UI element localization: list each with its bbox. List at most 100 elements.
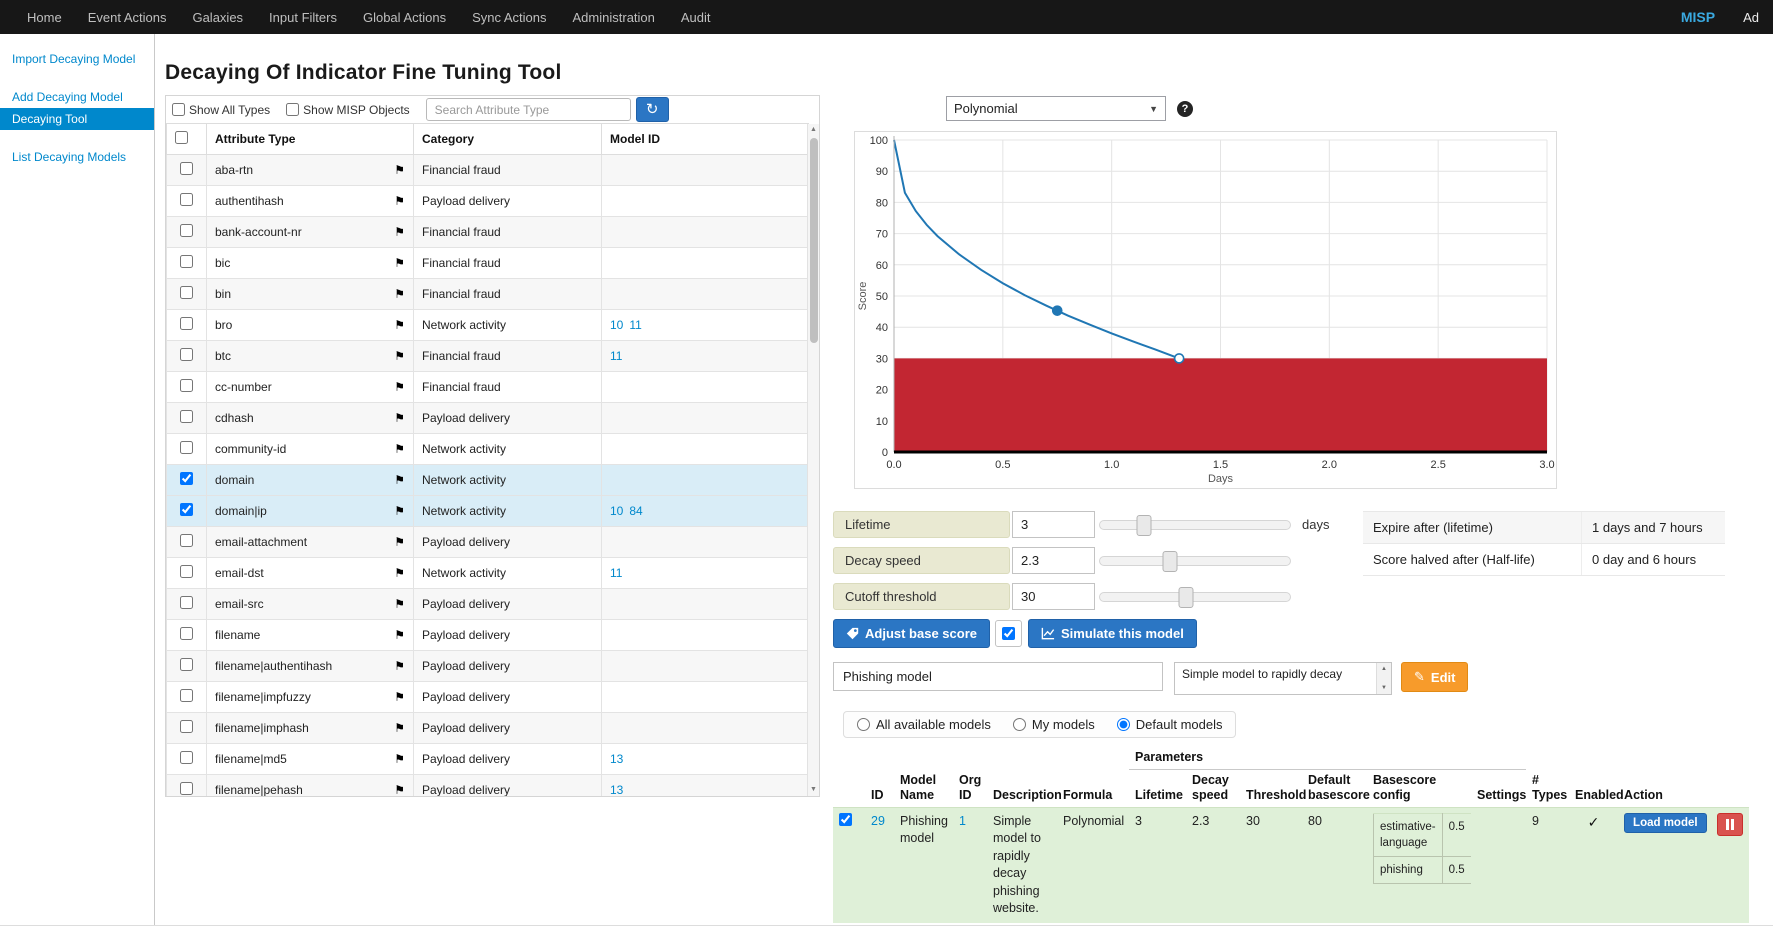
attribute-row[interactable]: email-src⚑ Payload delivery xyxy=(167,589,809,620)
attribute-row-checkbox[interactable] xyxy=(180,503,193,516)
slider-handle[interactable] xyxy=(1178,587,1193,608)
attribute-row-checkbox[interactable] xyxy=(180,441,193,454)
model-name-input[interactable] xyxy=(833,662,1163,691)
formula-select[interactable]: Polynomial ▼ xyxy=(946,96,1166,121)
scroll-up-icon[interactable]: ▲ xyxy=(1381,666,1387,672)
model-id-link[interactable]: 29 xyxy=(871,814,885,828)
attribute-row-checkbox[interactable] xyxy=(180,658,193,671)
attribute-row[interactable]: cc-number⚑ Financial fraud xyxy=(167,372,809,403)
search-attribute-input[interactable] xyxy=(426,98,631,121)
adjust-base-score-button[interactable]: Adjust base score xyxy=(833,619,990,648)
scrollbar-thumb[interactable] xyxy=(810,138,818,343)
attribute-row[interactable]: domain|ip⚑ Network activity 1084 xyxy=(167,496,809,527)
attribute-row-checkbox[interactable] xyxy=(180,689,193,702)
org-id-link[interactable]: 1 xyxy=(959,814,966,828)
attribute-row-checkbox[interactable] xyxy=(180,410,193,423)
navbar-item[interactable]: Galaxies xyxy=(179,10,256,25)
attribute-row[interactable]: authentihash⚑ Payload delivery xyxy=(167,186,809,217)
textarea-scrollbar[interactable]: ▲ ▼ xyxy=(1376,663,1391,694)
navbar-item[interactable]: Input Filters xyxy=(256,10,350,25)
attribute-table-scrollbar[interactable]: ▲ ▼ xyxy=(807,124,819,796)
select-all-checkbox[interactable] xyxy=(175,131,188,144)
navbar-item[interactable]: Home xyxy=(14,10,75,25)
misp-brand[interactable]: MISP xyxy=(1681,9,1715,25)
attribute-row-checkbox[interactable] xyxy=(180,565,193,578)
attribute-row-checkbox[interactable] xyxy=(180,317,193,330)
cutoff-threshold-slider[interactable] xyxy=(1099,592,1291,602)
navbar-item[interactable]: Sync Actions xyxy=(459,10,559,25)
attribute-row-checkbox[interactable] xyxy=(180,627,193,640)
filter-my-models[interactable]: My models xyxy=(1013,717,1095,732)
attribute-row[interactable]: btc⚑ Financial fraud 11 xyxy=(167,341,809,372)
attribute-row[interactable]: cdhash⚑ Payload delivery xyxy=(167,403,809,434)
show-misp-objects-checkbox[interactable] xyxy=(286,103,299,116)
attribute-row-checkbox[interactable] xyxy=(180,348,193,361)
attribute-row-checkbox[interactable] xyxy=(180,720,193,733)
model-description-textarea[interactable]: Simple model to rapidly decay xyxy=(1174,662,1392,695)
slider-handle[interactable] xyxy=(1136,515,1151,536)
filter-default-models[interactable]: Default models xyxy=(1117,717,1223,732)
edit-model-button[interactable]: ✎ Edit xyxy=(1401,662,1468,692)
load-model-button[interactable]: Load model xyxy=(1624,813,1707,833)
attribute-row-checkbox[interactable] xyxy=(180,224,193,237)
attribute-row[interactable]: email-dst⚑ Network activity 11 xyxy=(167,558,809,589)
scroll-up-icon[interactable]: ▲ xyxy=(810,124,817,136)
simulate-model-button[interactable]: Simulate this model xyxy=(1028,619,1197,648)
attribute-row[interactable]: bro⚑ Network activity 1011 xyxy=(167,310,809,341)
scroll-down-icon[interactable]: ▼ xyxy=(1381,685,1387,691)
decay-speed-slider[interactable] xyxy=(1099,556,1291,566)
sidebar-item[interactable]: List Decaying Models xyxy=(0,146,154,168)
adjust-base-score-checkbox[interactable] xyxy=(1002,627,1015,640)
attribute-row[interactable]: filename|md5⚑ Payload delivery 13 xyxy=(167,744,809,775)
attribute-row[interactable]: domain⚑ Network activity xyxy=(167,465,809,496)
model-id-link[interactable]: 13 xyxy=(610,783,623,797)
attribute-row[interactable]: email-attachment⚑ Payload delivery xyxy=(167,527,809,558)
attribute-row-checkbox[interactable] xyxy=(180,193,193,206)
model-id-link[interactable]: 84 xyxy=(629,504,642,518)
attribute-row[interactable]: aba-rtn⚑ Financial fraud xyxy=(167,155,809,186)
lifetime-slider[interactable] xyxy=(1099,520,1291,530)
navbar-item[interactable]: Event Actions xyxy=(75,10,180,25)
model-row[interactable]: 29 Phishing model 1 Simple model to rapi… xyxy=(833,807,1749,923)
attribute-row-checkbox[interactable] xyxy=(180,472,193,485)
attribute-row[interactable]: filename⚑ Payload delivery xyxy=(167,620,809,651)
help-icon[interactable]: ? xyxy=(1177,101,1193,117)
attribute-row-checkbox[interactable] xyxy=(180,534,193,547)
pause-model-button[interactable] xyxy=(1717,813,1743,836)
attribute-row-checkbox[interactable] xyxy=(180,162,193,175)
model-id-link[interactable]: 13 xyxy=(610,752,623,766)
refresh-button[interactable]: ↻ xyxy=(636,97,669,122)
navbar-item[interactable]: Audit xyxy=(668,10,724,25)
attribute-row[interactable]: filename|authentihash⚑ Payload delivery xyxy=(167,651,809,682)
navbar-user-truncated[interactable]: Ad xyxy=(1743,10,1759,25)
attribute-row[interactable]: filename|pehash⚑ Payload delivery 13 xyxy=(167,775,809,798)
attribute-row-checkbox[interactable] xyxy=(180,751,193,764)
decay-speed-input[interactable] xyxy=(1012,547,1095,574)
sidebar-item[interactable]: Add Decaying Model xyxy=(0,86,154,108)
attribute-row-checkbox[interactable] xyxy=(180,286,193,299)
model-id-link[interactable]: 11 xyxy=(629,318,641,332)
attribute-row[interactable]: bic⚑ Financial fraud xyxy=(167,248,809,279)
sidebar-item[interactable]: Import Decaying Model xyxy=(0,48,154,70)
sidebar-item[interactable]: Decaying Tool xyxy=(0,108,154,130)
model-id-link[interactable]: 10 xyxy=(610,504,623,518)
model-id-link[interactable]: 10 xyxy=(610,318,623,332)
attribute-row[interactable]: community-id⚑ Network activity xyxy=(167,434,809,465)
lifetime-input[interactable] xyxy=(1012,511,1095,538)
show-all-types-option[interactable]: Show All Types xyxy=(172,103,270,117)
model-filter-radio[interactable] xyxy=(1013,718,1026,731)
filter-all-models[interactable]: All available models xyxy=(857,717,991,732)
attribute-row[interactable]: filename|imphash⚑ Payload delivery xyxy=(167,713,809,744)
attribute-row[interactable]: filename|impfuzzy⚑ Payload delivery xyxy=(167,682,809,713)
attribute-row[interactable]: bank-account-nr⚑ Financial fraud xyxy=(167,217,809,248)
attribute-row-checkbox[interactable] xyxy=(180,782,193,795)
attribute-row-checkbox[interactable] xyxy=(180,596,193,609)
model-filter-radio[interactable] xyxy=(857,718,870,731)
attribute-row-checkbox[interactable] xyxy=(180,255,193,268)
slider-handle[interactable] xyxy=(1163,551,1178,572)
model-filter-radio[interactable] xyxy=(1117,718,1130,731)
navbar-item[interactable]: Global Actions xyxy=(350,10,459,25)
navbar-item[interactable]: Administration xyxy=(560,10,668,25)
show-all-types-checkbox[interactable] xyxy=(172,103,185,116)
cutoff-threshold-input[interactable] xyxy=(1012,583,1095,610)
